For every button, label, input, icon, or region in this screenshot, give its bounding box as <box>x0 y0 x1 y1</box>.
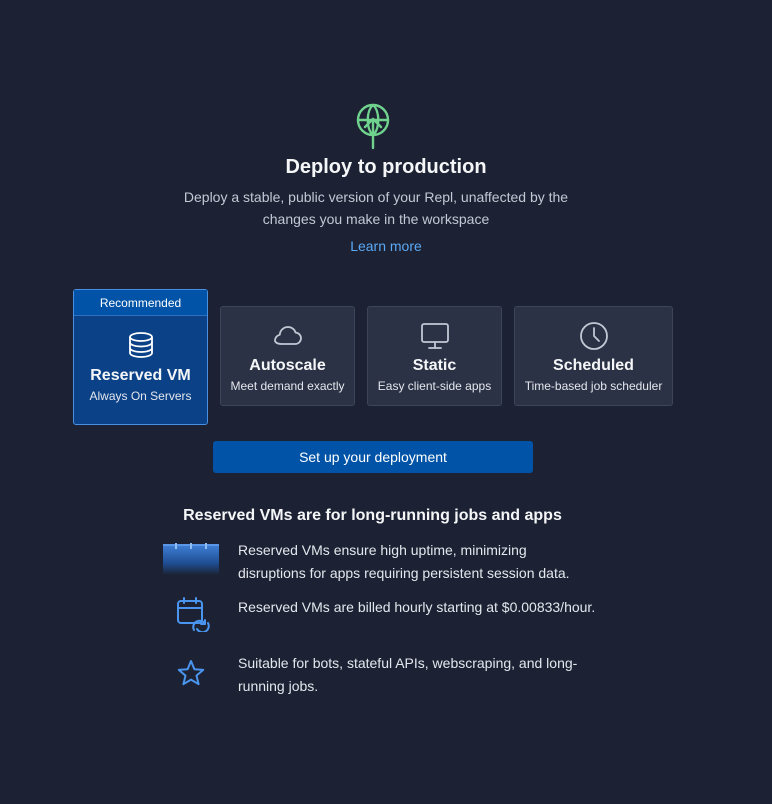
option-static[interactable]: Static Easy client-side apps <box>367 306 502 406</box>
feature-text: Reserved VMs are billed hourly starting … <box>238 599 596 615</box>
feature-text: Reserved VMs ensure high uptime, minimiz… <box>238 542 570 581</box>
deploy-panel: Deploy to production Deploy a stable, pu… <box>0 0 772 804</box>
option-scheduled[interactable]: Scheduled Time-based job scheduler <box>514 306 673 406</box>
database-icon <box>128 332 153 358</box>
antenna-upload-icon <box>356 103 390 150</box>
cloud-icon <box>273 326 302 345</box>
page-subtitle: Deploy a stable, public version of your … <box>183 189 569 227</box>
clock-icon <box>579 322 608 350</box>
option-reserved-vm[interactable]: Recommended Reserved VM Always On Server… <box>73 289 208 425</box>
monitor-icon <box>420 323 449 349</box>
info-title: Reserved VMs are for long-running jobs a… <box>183 507 562 524</box>
option-description: Always On Servers <box>89 389 192 403</box>
learn-more-link[interactable]: Learn more <box>0 238 772 254</box>
feature-text: Suitable for bots, stateful APIs, webscr… <box>238 655 578 694</box>
option-description: Time-based job scheduler <box>524 379 663 393</box>
option-name: Static <box>412 357 457 374</box>
calendar-refresh-icon <box>177 597 210 632</box>
option-name: Scheduled <box>553 357 634 374</box>
option-description: Easy client-side apps <box>377 379 492 393</box>
option-name: Reserved VM <box>90 367 191 384</box>
option-description: Meet demand exactly <box>230 379 345 393</box>
uptime-bars-icon <box>163 543 219 575</box>
star-icon <box>177 660 205 686</box>
option-name: Autoscale <box>249 357 326 374</box>
page-title: Deploy to production <box>285 156 487 178</box>
recommended-badge: Recommended <box>74 290 207 316</box>
setup-deployment-button[interactable]: Set up your deployment <box>213 441 533 473</box>
option-autoscale[interactable]: Autoscale Meet demand exactly <box>220 306 355 406</box>
